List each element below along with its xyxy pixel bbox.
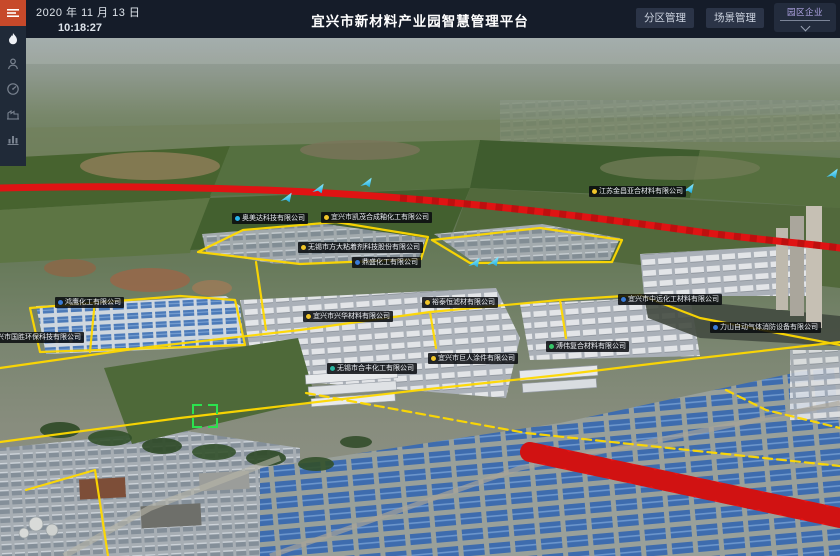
company-label-text: 奥美达科技有限公司 xyxy=(242,213,305,224)
menu-button[interactable] xyxy=(0,0,26,26)
company-label[interactable]: 宜兴市中远化工材料有限公司 xyxy=(618,294,722,305)
company-marker-icon xyxy=(301,245,306,250)
company-label[interactable]: 无锡市合丰化工有限公司 xyxy=(327,363,417,374)
company-label[interactable]: 宜兴市凯茂合成釉化工有限公司 xyxy=(321,212,432,223)
smart-park-platform: 奥美达科技有限公司 宜兴市凯茂合成釉化工有限公司无锡市方大粘着剂科技股份有限公司 江… xyxy=(0,0,840,556)
company-marker-icon xyxy=(235,216,240,221)
company-label[interactable]: 鼎盛化工有限公司 xyxy=(352,257,421,268)
company-label[interactable]: 宜兴市国胜环保科技有限公司 xyxy=(0,332,84,343)
gauge-icon xyxy=(6,82,20,96)
company-marker-icon xyxy=(713,325,718,330)
company-label[interactable]: 溥伟复合材料有限公司 xyxy=(546,341,629,352)
company-label-text: 无锡市合丰化工有限公司 xyxy=(337,363,414,374)
dropdown-label: 园区企业 xyxy=(774,6,836,18)
company-label[interactable]: 鸿鹰化工有限公司 xyxy=(55,297,124,308)
selection-corner xyxy=(208,404,218,414)
company-label[interactable]: 江苏金昌亚合材料有限公司 xyxy=(589,186,686,197)
company-marker-icon xyxy=(355,260,360,265)
person-icon xyxy=(6,57,20,71)
bar-chart-icon xyxy=(6,132,20,146)
company-label[interactable]: 宜兴市巨人涂件有限公司 xyxy=(428,353,518,364)
company-marker-icon xyxy=(549,344,554,349)
zone-management-button[interactable]: 分区管理 xyxy=(636,8,694,28)
company-label[interactable]: 奥美达科技有限公司 xyxy=(232,213,308,224)
company-marker-icon xyxy=(431,356,436,361)
sidebar-item-enterprise[interactable] xyxy=(0,101,26,126)
sidebar-item-statistics[interactable] xyxy=(0,126,26,151)
sidebar-item-monitor[interactable] xyxy=(0,76,26,101)
company-label-text: 溥伟复合材料有限公司 xyxy=(556,341,626,352)
company-marker-icon xyxy=(621,297,626,302)
company-marker-icon xyxy=(425,300,430,305)
company-label-text: 力山自动气体消防设备有限公司 xyxy=(720,322,818,333)
company-marker-icon xyxy=(592,189,597,194)
company-label[interactable]: 无锡市方大粘着剂科技股份有限公司 xyxy=(298,242,423,253)
tool-sidebar xyxy=(0,0,26,166)
company-marker-icon xyxy=(58,300,63,305)
company-label-text: 宜兴市国胜环保科技有限公司 xyxy=(0,332,81,343)
company-label-text: 宜兴市凯茂合成釉化工有限公司 xyxy=(331,212,429,223)
selection-box xyxy=(192,404,218,428)
date-label: 2020 年 11 月 13 日 xyxy=(36,4,140,20)
company-label[interactable]: 力山自动气体消防设备有限公司 xyxy=(710,322,821,333)
chevron-down-icon xyxy=(800,22,810,32)
company-label[interactable]: 裕泰恒滤材有限公司 xyxy=(422,297,498,308)
company-label-text: 裕泰恒滤材有限公司 xyxy=(432,297,495,308)
sidebar-item-personnel[interactable] xyxy=(0,51,26,76)
selection-corner xyxy=(208,418,218,428)
company-label-text: 宜兴市兴华材料有限公司 xyxy=(313,311,390,322)
menu-icon xyxy=(6,6,20,20)
company-label-text: 鸿鹰化工有限公司 xyxy=(65,297,121,308)
selection-corner xyxy=(192,418,202,428)
company-label-text: 宜兴市巨人涂件有限公司 xyxy=(438,353,515,364)
company-marker-icon xyxy=(324,215,329,220)
company-label-text: 鼎盛化工有限公司 xyxy=(362,257,418,268)
datetime: 2020 年 11 月 13 日 10:18:27 xyxy=(36,4,140,34)
company-marker-icon xyxy=(330,366,335,371)
factory-icon xyxy=(6,107,20,121)
company-label-text: 宜兴市中远化工材料有限公司 xyxy=(628,294,719,305)
time-label: 10:18:27 xyxy=(58,22,140,34)
map-3d-viewport[interactable]: 奥美达科技有限公司 宜兴市凯茂合成釉化工有限公司无锡市方大粘着剂科技股份有限公司 江… xyxy=(0,38,840,556)
company-marker-icon xyxy=(306,314,311,319)
company-label-text: 江苏金昌亚合材料有限公司 xyxy=(599,186,683,197)
top-bar: 2020 年 11 月 13 日 10:18:27 宜兴市新材料产业园智慧管理平… xyxy=(0,0,840,38)
selection-corner xyxy=(192,404,202,414)
company-label-text: 无锡市方大粘着剂科技股份有限公司 xyxy=(308,242,420,253)
company-label[interactable]: 宜兴市兴华材料有限公司 xyxy=(303,311,393,322)
flame-icon xyxy=(6,32,20,46)
park-enterprise-dropdown[interactable]: 园区企业 xyxy=(774,3,836,32)
sidebar-item-alarm[interactable] xyxy=(0,26,26,51)
page-title: 宜兴市新材料产业园智慧管理平台 xyxy=(311,10,529,30)
scene-management-button[interactable]: 场景管理 xyxy=(706,8,764,28)
